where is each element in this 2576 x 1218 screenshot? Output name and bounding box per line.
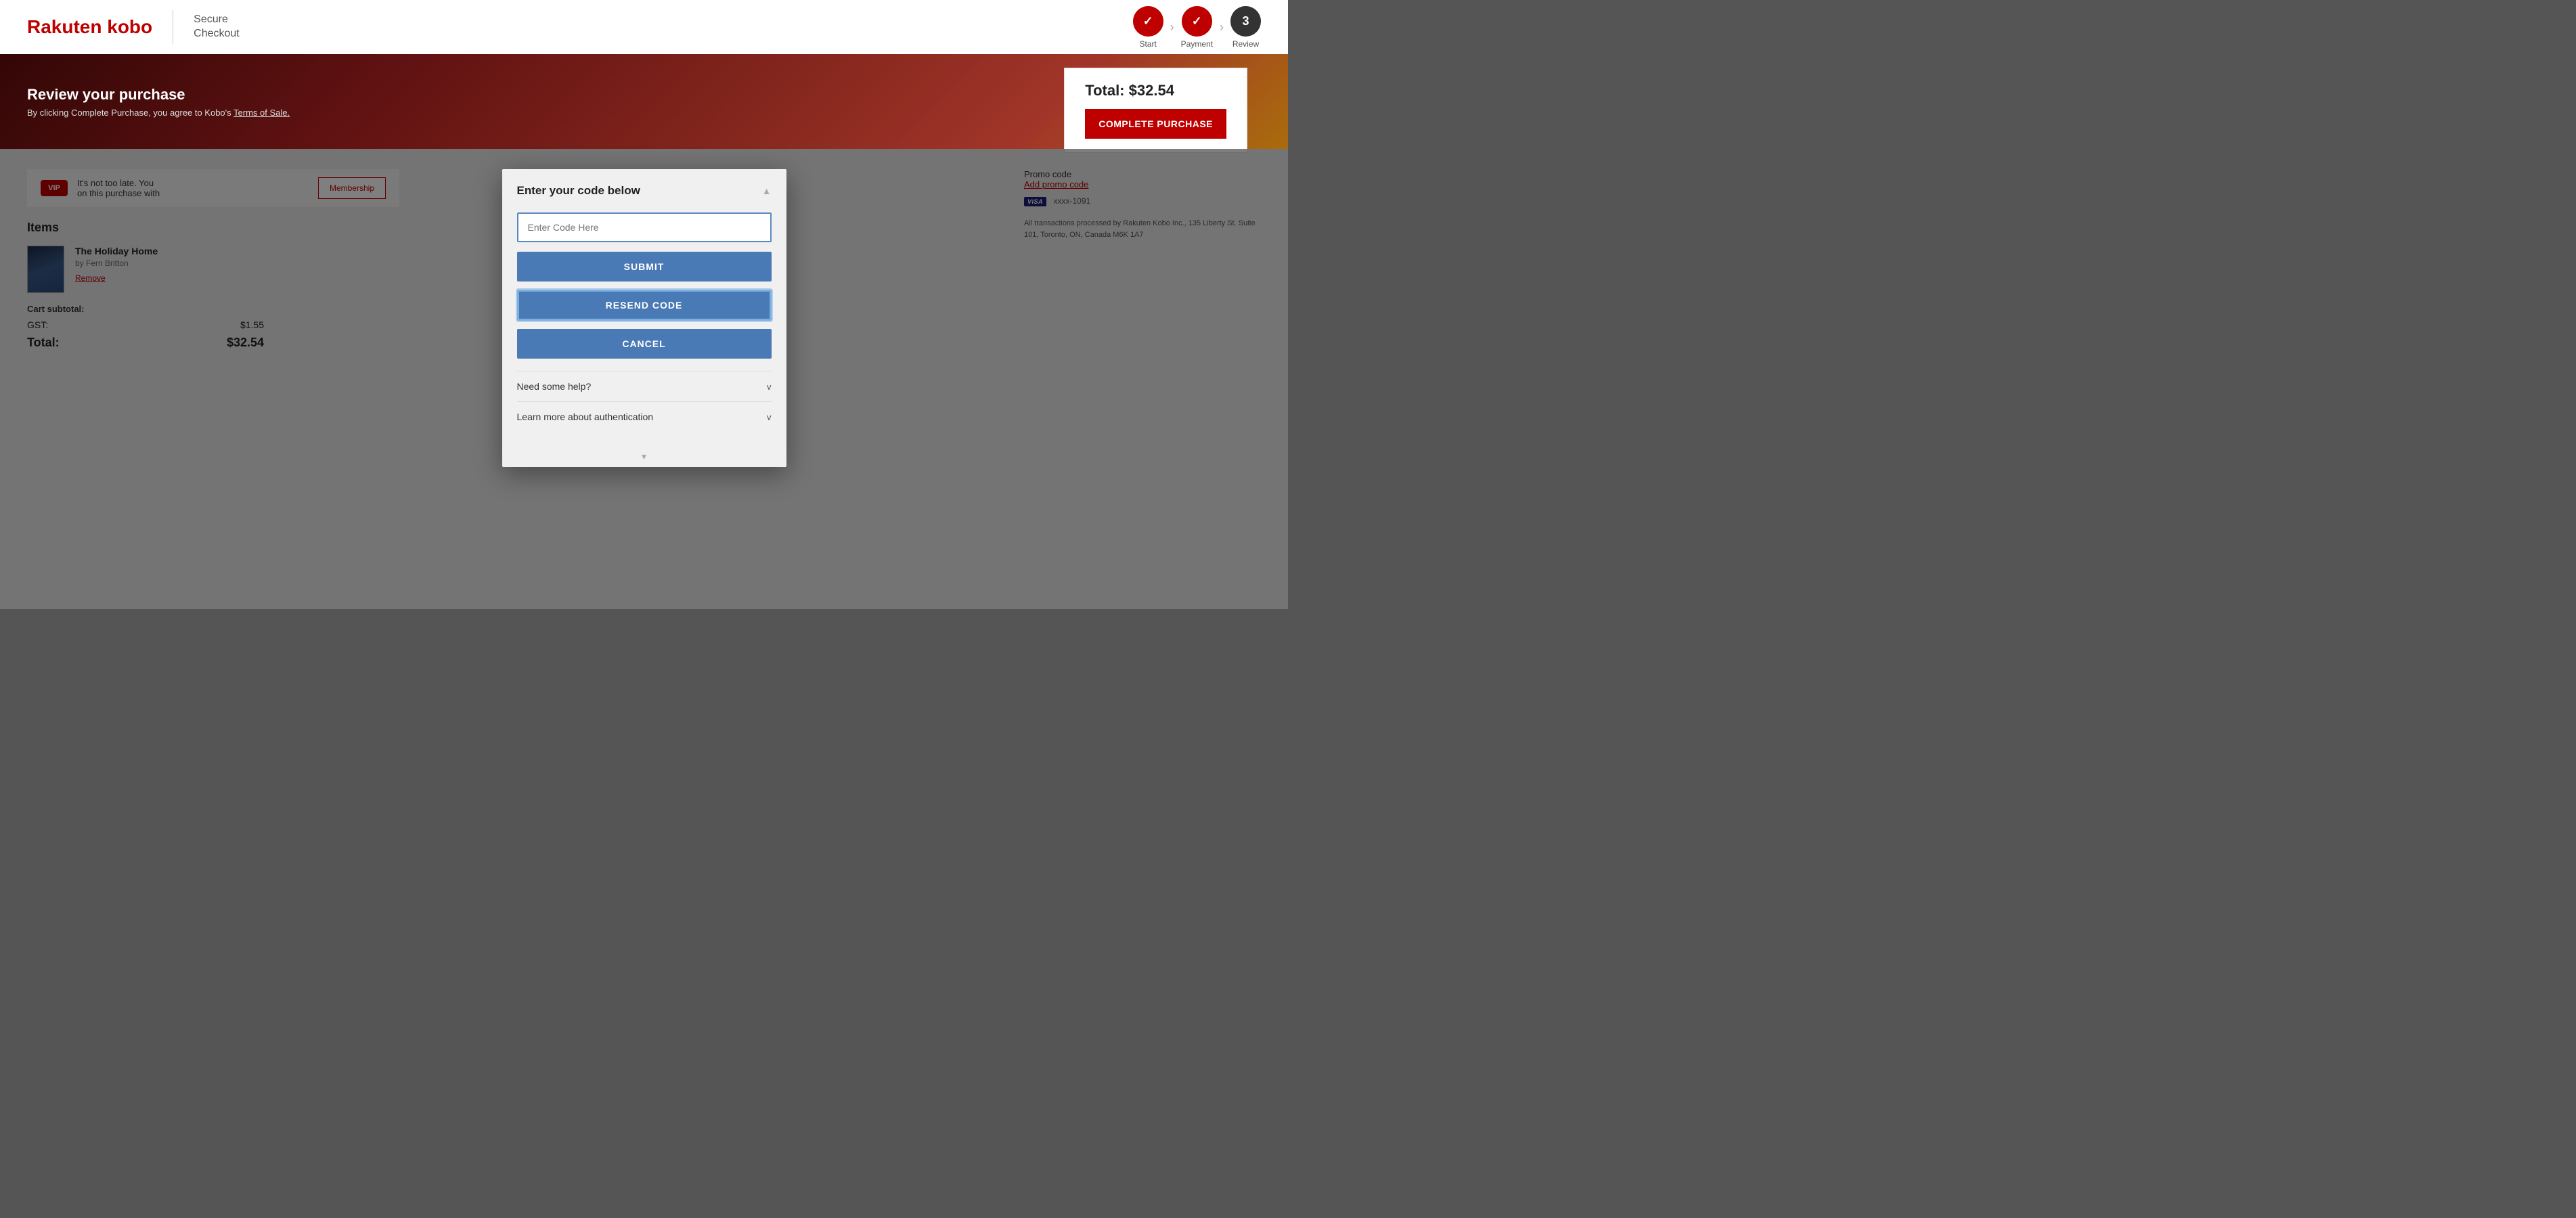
logo: Rakuten kobo: [27, 16, 152, 38]
step-circle-payment: ✓: [1182, 6, 1212, 37]
total-card: Total: $32.54 Complete Purchase: [1064, 68, 1247, 153]
modal-scroll-up: ▲: [762, 185, 772, 196]
hero-section: Review your purchase By clicking Complet…: [0, 54, 1288, 149]
accordion-help-title: Need some help?: [517, 381, 592, 392]
submit-button[interactable]: SUBMIT: [517, 252, 772, 281]
auth-modal: Enter your code below ▲ SUBMIT RESEND CO…: [502, 169, 786, 467]
step-label-start: Start: [1139, 39, 1156, 49]
modal-scroll[interactable]: Enter your code below ▲ SUBMIT RESEND CO…: [502, 169, 786, 467]
complete-purchase-button[interactable]: Complete Purchase: [1085, 109, 1226, 139]
step-arrow-2: ›: [1220, 20, 1224, 35]
modal-title: Enter your code below: [517, 184, 640, 198]
accordion-auth-header[interactable]: Learn more about authentication v: [517, 411, 772, 422]
logo-kobo: kobo: [102, 16, 152, 37]
hero-title: Review your purchase: [27, 86, 290, 104]
step-circle-start: ✓: [1133, 6, 1163, 37]
hero-text: Review your purchase By clicking Complet…: [27, 86, 290, 118]
step-review: 3 Review: [1230, 6, 1261, 49]
secure-checkout: Secure Checkout: [194, 13, 240, 41]
accordion-auth-title: Learn more about authentication: [517, 411, 654, 422]
accordion-help-header[interactable]: Need some help? v: [517, 381, 772, 392]
step-payment: ✓ Payment: [1181, 6, 1213, 49]
accordion-help: Need some help? v: [517, 371, 772, 401]
step-label-review: Review: [1233, 39, 1259, 49]
main-content: VIP It's not too late. You on this purch…: [0, 149, 1288, 609]
logo-rakuten: Rakuten: [27, 16, 102, 37]
checkout-steps: ✓ Start › ✓ Payment › 3 Review: [1133, 6, 1261, 49]
step-circle-review: 3: [1230, 6, 1261, 37]
modal-body: SUBMIT RESEND CODE CANCEL Need some help…: [502, 206, 786, 447]
step-start: ✓ Start: [1133, 6, 1163, 49]
total-amount: Total: $32.54: [1085, 82, 1226, 99]
code-input[interactable]: [517, 212, 772, 242]
accordion-auth: Learn more about authentication v: [517, 401, 772, 432]
modal-overlay: Enter your code below ▲ SUBMIT RESEND CO…: [0, 149, 1288, 609]
step-label-payment: Payment: [1181, 39, 1213, 49]
terms-link[interactable]: Terms of Sale.: [234, 108, 290, 118]
hero-subtitle: By clicking Complete Purchase, you agree…: [27, 108, 290, 118]
step-arrow-1: ›: [1170, 20, 1174, 35]
modal-header: Enter your code below ▲: [502, 169, 786, 206]
header: Rakuten kobo Secure Checkout ✓ Start › ✓…: [0, 0, 1288, 54]
page-body: Review your purchase By clicking Complet…: [0, 54, 1288, 609]
modal-scroll-bottom: ▼: [502, 447, 786, 467]
resend-code-button[interactable]: RESEND CODE: [517, 290, 772, 321]
cancel-button[interactable]: CANCEL: [517, 329, 772, 359]
accordion-auth-arrow: v: [767, 412, 772, 422]
accordion-help-arrow: v: [767, 382, 772, 392]
logo-text: Rakuten kobo: [27, 16, 152, 38]
